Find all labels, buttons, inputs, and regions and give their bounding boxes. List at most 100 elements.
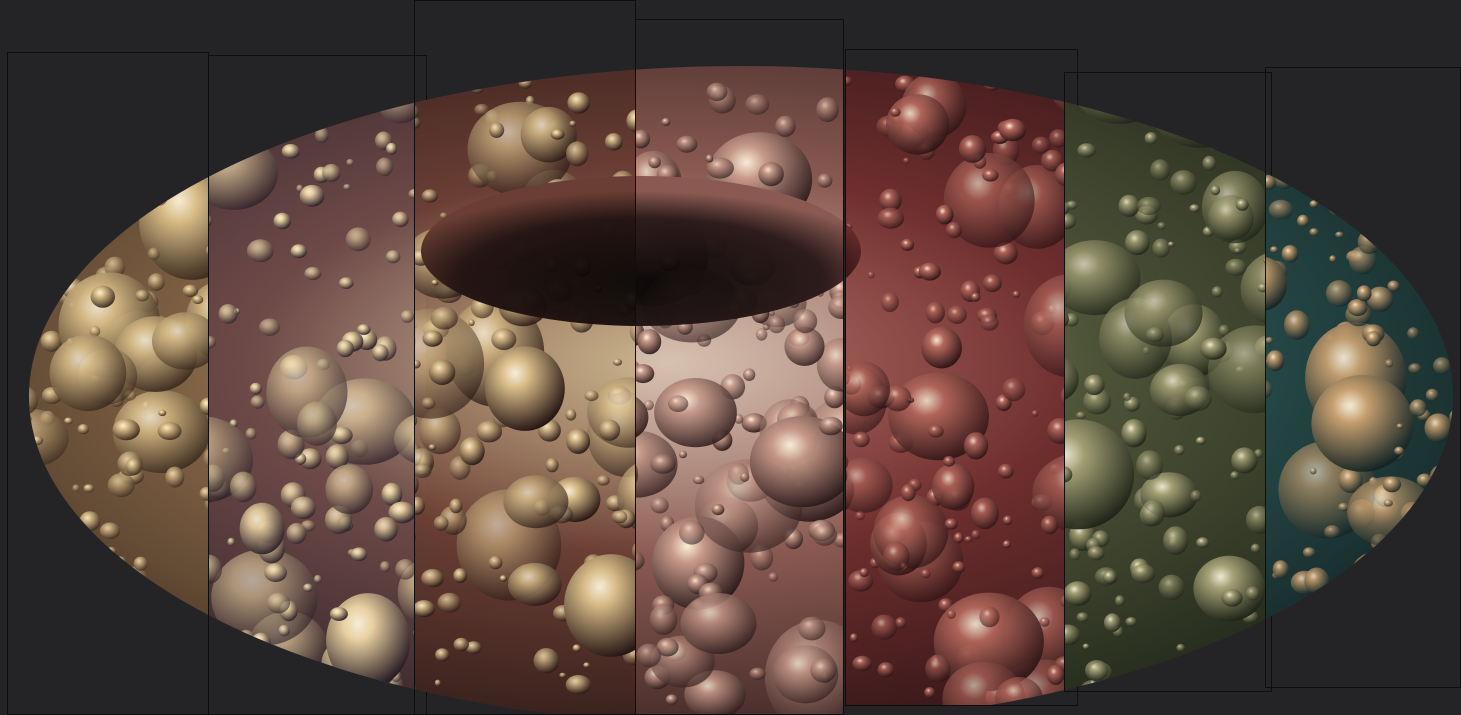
- blister: [48, 546, 75, 567]
- blister: [1231, 447, 1258, 474]
- blister: [346, 158, 354, 166]
- blister: [1409, 131, 1437, 153]
- material-panel-2: [208, 55, 427, 715]
- blister: [952, 561, 966, 573]
- blister: [181, 82, 206, 108]
- blister: [67, 637, 83, 651]
- blister: [29, 563, 131, 657]
- blister: [209, 121, 214, 133]
- blister: [883, 541, 910, 571]
- blister: [1103, 613, 1121, 632]
- blister: [665, 694, 678, 705]
- blister: [227, 537, 235, 547]
- blister: [1124, 110, 1133, 119]
- blister: [278, 624, 290, 637]
- blister: [1365, 331, 1381, 347]
- blister: [740, 472, 750, 482]
- blister: [1434, 313, 1447, 323]
- blister: [1418, 614, 1445, 636]
- blister: [32, 230, 48, 243]
- blister: [1385, 530, 1408, 556]
- blister: [1420, 193, 1453, 277]
- blister: [435, 648, 450, 662]
- blister: [453, 637, 469, 652]
- blister: [92, 620, 114, 637]
- blister: [395, 559, 416, 580]
- blister: [343, 184, 351, 190]
- blister: [928, 424, 944, 438]
- blister: [852, 655, 873, 672]
- blister: [636, 643, 662, 668]
- blister: [944, 518, 958, 530]
- blister: [273, 212, 292, 230]
- blister: [29, 641, 42, 672]
- blister: [29, 607, 40, 706]
- blister: [1082, 643, 1090, 650]
- blister: [1184, 386, 1212, 411]
- blister: [1235, 198, 1249, 211]
- blister: [38, 91, 60, 109]
- blister: [1270, 246, 1279, 254]
- blister: [867, 271, 875, 279]
- blister: [57, 197, 74, 211]
- blister: [1429, 464, 1453, 494]
- blister: [485, 346, 565, 431]
- blister: [661, 117, 671, 126]
- blister: [650, 497, 669, 514]
- blister: [290, 496, 316, 520]
- blister: [918, 262, 941, 281]
- blister: [1329, 255, 1337, 263]
- blister: [132, 655, 140, 663]
- blister: [336, 339, 354, 358]
- blister: [249, 382, 262, 395]
- blister: [1433, 357, 1451, 375]
- blister: [112, 100, 135, 124]
- blister: [743, 368, 756, 382]
- blister: [900, 484, 916, 502]
- blister: [1394, 446, 1405, 456]
- blister: [999, 118, 1027, 142]
- blister: [7, 579, 16, 597]
- blister: [62, 509, 74, 518]
- blister: [7, 607, 9, 625]
- blister: [250, 632, 271, 653]
- blister: [182, 284, 199, 297]
- blister: [329, 607, 348, 621]
- blister: [245, 427, 257, 440]
- blister: [945, 221, 963, 239]
- blister: [379, 561, 391, 573]
- blister: [749, 667, 766, 680]
- blister: [711, 503, 725, 516]
- blister: [1388, 679, 1413, 687]
- blister: [39, 656, 55, 672]
- blister: [157, 421, 182, 441]
- blister: [468, 319, 475, 327]
- blister: [1235, 680, 1253, 691]
- blister: [1343, 590, 1453, 687]
- blister: [1424, 413, 1453, 443]
- blister: [705, 154, 714, 163]
- blister: [223, 631, 251, 662]
- blister: [1266, 621, 1269, 640]
- blister: [1230, 471, 1240, 480]
- blister: [239, 502, 285, 555]
- blister: [1245, 643, 1265, 663]
- blister: [1031, 567, 1045, 579]
- blister: [1189, 204, 1200, 213]
- blister: [871, 614, 898, 640]
- blister: [421, 189, 438, 203]
- blister: [374, 517, 398, 542]
- blister: [7, 641, 14, 655]
- blister: [1069, 548, 1081, 561]
- blister: [818, 416, 843, 436]
- blister: [266, 592, 290, 614]
- blister: [1425, 388, 1439, 402]
- blister: [1324, 525, 1341, 539]
- blister: [1416, 473, 1433, 487]
- blister: [1219, 132, 1226, 140]
- blister: [430, 306, 458, 330]
- blister: [1152, 238, 1170, 258]
- blister: [1297, 214, 1309, 227]
- blister: [964, 536, 973, 543]
- blister: [264, 563, 287, 582]
